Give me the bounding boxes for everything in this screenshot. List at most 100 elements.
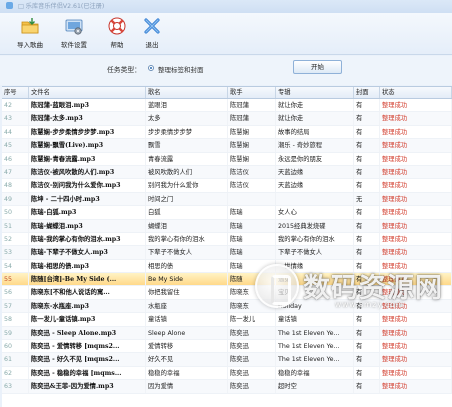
table-row[interactable]: 44 陈慧娴-步步柔情步步梦.mp3 步步柔情步步梦 陈慧娴 故事的结局有整理成功 [2, 125, 452, 140]
task-option-radio[interactable] [148, 65, 154, 71]
table-row[interactable]: 56 陈晓东[不和他人说话的寓... 你把我留住 陈晓东 宝贝有整理成功 [2, 286, 452, 300]
import-songs-button[interactable]: 导入歌曲 [8, 16, 52, 53]
table-row[interactable]: 50 陈瑞-白狐.mp3 白狐 陈瑞 女人心有整理成功 [2, 206, 452, 220]
cell-title: 你把我留住 [146, 286, 228, 299]
cell-index: 50 [2, 206, 29, 219]
table-row[interactable]: 54 陈瑞-相思的债.mp3 相思的债 陈瑞 一世情缘有整理成功 [2, 259, 452, 274]
cell-album: 我的掌心有你的泪水 [276, 232, 354, 246]
cell-artist: 陈冠蒲 [228, 112, 276, 125]
exit-button[interactable]: 退出 [130, 16, 174, 53]
cell-title: 太多 [146, 112, 228, 125]
table-header: 序号 文件名 歌名 歌手 专辑 封面 状态 [2, 87, 452, 99]
cell-filename: 陈瑞-我的掌心有你的泪水.mp3 [29, 232, 146, 246]
cell-album: 就让你走 [276, 99, 354, 112]
table-row[interactable]: 49 陈坤 - 二十四小时.mp3 时间之门 无整理成功 [2, 192, 452, 207]
cell-index: 47 [2, 165, 29, 179]
close-x-icon [144, 18, 160, 34]
table-row[interactable]: 47 陈洁仪-被风吹散的人们.mp3 被风吹散的人们 陈洁仪 天蓝边缘有整理成功 [2, 165, 452, 180]
cell-index: 43 [2, 112, 29, 125]
cell-cover: 有 [354, 206, 380, 219]
cell-album: The 1st Eleven Ye... [276, 340, 354, 353]
column-header-cover[interactable]: 封面 [354, 87, 380, 98]
table-row[interactable]: 55 陈随[台湾]-Be My Side (... Be My Side 陈随 遇见有整… [2, 273, 452, 287]
column-header-artist[interactable]: 歌手 [228, 87, 276, 98]
cell-album: 2015经典发烧碟 [276, 219, 354, 232]
settings-button[interactable]: 软件设置 [52, 16, 96, 53]
cell-cover: 有 [354, 326, 380, 340]
cell-cover: 有 [354, 165, 380, 179]
cell-filename: 陈奕迅 - 稳稳的幸福 [mqms... [29, 366, 146, 380]
cell-title: 爱情转移 [146, 340, 228, 353]
cell-title: 时间之门 [146, 192, 228, 206]
cell-status: 整理成功 [380, 112, 452, 125]
task-option-label[interactable]: 整理标签和封面 [158, 64, 204, 74]
cell-index: 48 [2, 179, 29, 192]
cell-cover: 有 [354, 273, 380, 286]
cell-status: 整理成功 [380, 299, 452, 313]
column-header-index[interactable]: 序号 [2, 87, 29, 98]
cell-cover: 有 [354, 179, 380, 192]
cell-status: 整理成功 [380, 192, 452, 206]
cell-album: 天蓝边缘 [276, 179, 354, 192]
cell-album: Holiday [276, 299, 354, 313]
cell-filename: 陈慧娴-青春流露.mp3 [29, 152, 146, 165]
table-row[interactable]: 61 陈奕迅 - 好久不见 [mqms2... 好久不见 陈奕迅 The 1st Ele… [2, 353, 452, 367]
cell-cover: 有 [354, 125, 380, 139]
cell-artist: 陈洁仪 [228, 165, 276, 179]
cell-filename: 陈奕迅 - 好久不见 [mqms2... [29, 353, 146, 366]
table-row[interactable]: 51 陈瑞-蝴蝶泪.mp3 蝴蝶泪 陈瑞 2015经典发烧碟有整理成功 [2, 219, 452, 233]
table-row[interactable]: 42 陈冠蒲-蓝眼泪.mp3 蓝眼泪 陈冠蒲 就让你走有整理成功 [2, 99, 452, 113]
cell-cover: 有 [354, 246, 380, 259]
table-row[interactable]: 58 陈一发儿-童话镇.mp3 童话镇 陈一发儿 童话镇有整理成功 [2, 313, 452, 327]
cell-artist: 陈瑞 [228, 259, 276, 273]
column-header-album[interactable]: 专辑 [276, 87, 354, 98]
cell-album: 遇见 [276, 273, 354, 286]
cell-artist: 陈慧娴 [228, 152, 276, 165]
cell-index: 56 [2, 286, 29, 299]
start-button[interactable]: 开始 [293, 60, 342, 74]
table-row[interactable]: 53 陈瑞-下辈子不做女人.mp3 下辈子不做女人 陈瑞 下辈子不做女人有整理成功 [2, 246, 452, 260]
cell-title: 水瓶座 [146, 299, 228, 313]
table-row[interactable]: 43 陈冠蒲-太多.mp3 太多 陈冠蒲 就让你走有整理成功 [2, 112, 452, 126]
cell-album: 天蓝边缘 [276, 165, 354, 179]
cell-artist: 陈奕迅 [228, 340, 276, 353]
cell-status: 整理成功 [380, 326, 452, 340]
cell-filename: 陈随[台湾]-Be My Side (... [29, 273, 146, 286]
cell-album: 就让你走 [276, 112, 354, 125]
cell-album: 下辈子不做女人 [276, 246, 354, 259]
cell-status: 整理成功 [380, 232, 452, 246]
cell-title: 稳稳的幸福 [146, 366, 228, 380]
cell-index: 60 [2, 340, 29, 353]
table-row[interactable]: 62 陈奕迅 - 稳稳的幸福 [mqms... 稳稳的幸福 陈奕迅 稳稳的幸福有整理成功 [2, 366, 452, 381]
cell-status: 整理成功 [380, 286, 452, 299]
cell-cover: 有 [354, 259, 380, 273]
cell-filename: 陈晓东-水瓶座.mp3 [29, 299, 146, 313]
table-row[interactable]: 52 陈瑞-我的掌心有你的泪水.mp3 我的掌心有你的泪水 陈瑞 我的掌心有你的泪水有整… [2, 232, 452, 247]
table-row[interactable]: 63 陈奕迅&王菲-因为爱情.mp3 因为爱情 陈奕迅 超时空有整理成功 [2, 380, 452, 394]
column-header-title[interactable]: 歌名 [146, 87, 228, 98]
cell-title: 步步柔情步步梦 [146, 125, 228, 139]
table-row[interactable]: 46 陈慧娴-青春流露.mp3 青春流露 陈慧娴 永远是你的朋友有整理成功 [2, 152, 452, 166]
column-header-filename[interactable]: 文件名 [29, 87, 146, 98]
table-row[interactable]: 60 陈奕迅 - 爱情转移 [mqms2... 爱情转移 陈奕迅 The 1st Ele… [2, 340, 452, 354]
table-row[interactable]: 57 陈晓东-水瓶座.mp3 水瓶座 陈晓东 Holiday 有整理成功 [2, 299, 452, 314]
cell-cover: 有 [354, 99, 380, 112]
cell-filename: 陈瑞-白狐.mp3 [29, 206, 146, 219]
task-type-label: 任务类型： [107, 66, 141, 74]
cell-artist: 陈晓东 [228, 286, 276, 299]
cell-status: 整理成功 [380, 380, 452, 393]
cell-cover: 有 [354, 112, 380, 125]
table-row[interactable]: 48 陈洁仪-别问我为什么爱你.mp3 别问我为什么爱你 陈洁仪 天蓝边缘有整理成功 [2, 179, 452, 193]
cell-album: 宝贝 [276, 286, 354, 299]
table-row[interactable]: 59 陈奕迅 - Sleep Alone.mp3 Sleep Alone 陈奕迅 The… [2, 326, 452, 341]
cell-index: 57 [2, 299, 29, 313]
cell-status: 整理成功 [380, 206, 452, 219]
cell-cover: 有 [354, 219, 380, 232]
cell-cover: 有 [354, 152, 380, 165]
column-header-status[interactable]: 状态 [380, 87, 452, 98]
table-row[interactable]: 45 陈慧娴-飘雪(Live).mp3 飘雪 陈慧娴 潮乐 - 奇妙旅程有整理成功 [2, 139, 452, 153]
cell-album: 童话镇 [276, 313, 354, 326]
cell-filename: 陈晓东[不和他人说话的寓... [29, 286, 146, 299]
cell-status: 整理成功 [380, 99, 452, 112]
cell-artist: 陈奕迅 [228, 353, 276, 366]
